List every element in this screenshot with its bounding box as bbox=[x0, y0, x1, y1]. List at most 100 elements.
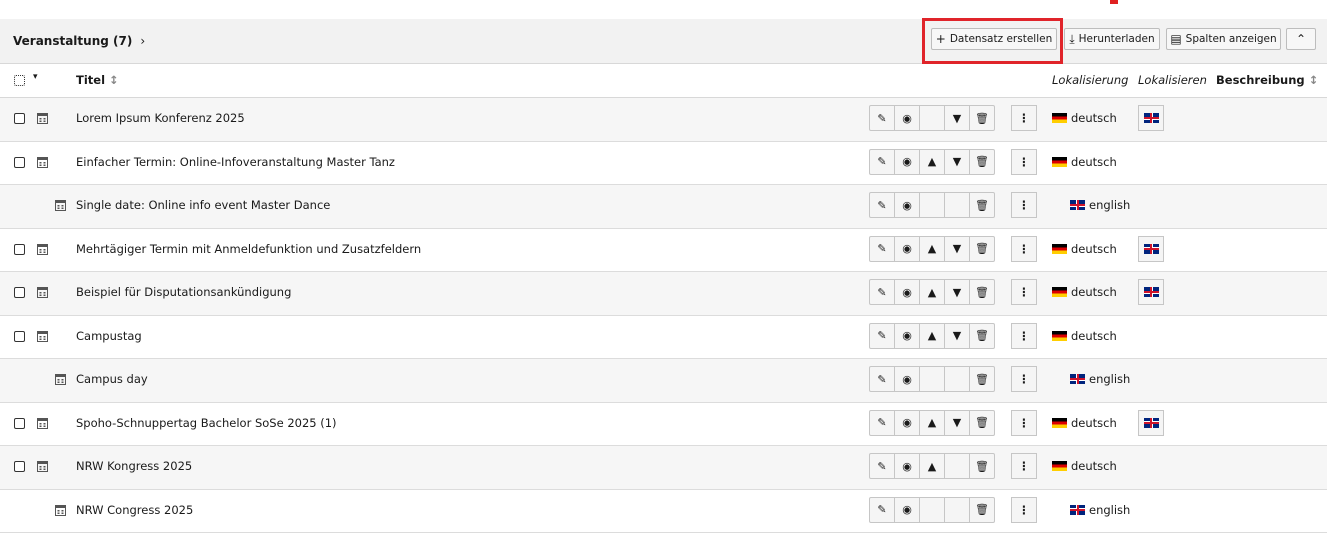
delete-trash-icon[interactable]: 🗑 bbox=[969, 236, 995, 262]
toggle-visibility-icon[interactable]: ◉ bbox=[894, 410, 920, 436]
more-options-icon[interactable]: ⋮ bbox=[1011, 149, 1037, 175]
move-down-icon[interactable]: ▼ bbox=[944, 323, 970, 349]
row-title[interactable]: Spoho-Schnuppertag Bachelor SoSe 2025 (1… bbox=[76, 416, 337, 430]
table-row: Campus day ✎ ◉ 🗑 ⋮ english bbox=[0, 359, 1327, 403]
row-title[interactable]: Campus day bbox=[76, 372, 148, 386]
toggle-visibility-icon[interactable]: ◉ bbox=[894, 279, 920, 305]
toggle-visibility-icon[interactable]: ◉ bbox=[894, 366, 920, 392]
edit-pencil-icon[interactable]: ✎ bbox=[869, 105, 895, 131]
table-row: Spoho-Schnuppertag Bachelor SoSe 2025 (1… bbox=[0, 403, 1327, 447]
calendar-icon bbox=[37, 417, 48, 429]
language-label: english bbox=[1070, 372, 1130, 386]
download-button[interactable]: ⤓ Herunterladen bbox=[1064, 28, 1160, 50]
more-options-icon[interactable]: ⋮ bbox=[1011, 105, 1037, 131]
row-checkbox[interactable] bbox=[14, 418, 25, 429]
move-up-icon[interactable]: ▲ bbox=[919, 410, 945, 436]
localize-english-button[interactable] bbox=[1138, 410, 1164, 436]
row-checkbox[interactable] bbox=[14, 461, 25, 472]
more-options-icon[interactable]: ⋮ bbox=[1011, 366, 1037, 392]
calendar-icon bbox=[37, 460, 48, 472]
toggle-visibility-icon[interactable]: ◉ bbox=[894, 149, 920, 175]
move-up-icon[interactable]: ▲ bbox=[919, 323, 945, 349]
localize-english-button[interactable] bbox=[1138, 279, 1164, 305]
move-up-placeholder bbox=[919, 192, 945, 218]
delete-trash-icon[interactable]: 🗑 bbox=[969, 453, 995, 479]
move-up-icon[interactable]: ▲ bbox=[919, 453, 945, 479]
move-down-icon[interactable]: ▼ bbox=[944, 105, 970, 131]
row-title[interactable]: Mehrtägiger Termin mit Anmeldefunktion u… bbox=[76, 242, 421, 256]
delete-trash-icon[interactable]: 🗑 bbox=[969, 192, 995, 218]
move-down-icon[interactable]: ▼ bbox=[944, 236, 970, 262]
edit-pencil-icon[interactable]: ✎ bbox=[869, 497, 895, 523]
move-up-icon[interactable]: ▲ bbox=[919, 236, 945, 262]
more-options-icon[interactable]: ⋮ bbox=[1011, 236, 1037, 262]
delete-trash-icon[interactable]: 🗑 bbox=[969, 497, 995, 523]
row-title[interactable]: Campustag bbox=[76, 329, 142, 343]
column-header-row: ▾ Titel ↕ Lokalisierung Lokalisieren Bes… bbox=[0, 64, 1327, 98]
edit-pencil-icon[interactable]: ✎ bbox=[869, 192, 895, 218]
toggle-visibility-icon[interactable]: ◉ bbox=[894, 192, 920, 218]
chevron-right-icon[interactable]: › bbox=[140, 34, 145, 48]
more-options-icon[interactable]: ⋮ bbox=[1011, 497, 1037, 523]
row-actions: ✎ ◉ 🗑 bbox=[869, 366, 995, 392]
collapse-button[interactable]: ⌃ bbox=[1286, 28, 1316, 50]
language-label: deutsch bbox=[1052, 111, 1117, 125]
row-checkbox[interactable] bbox=[14, 331, 25, 342]
show-columns-button[interactable]: ▤ Spalten anzeigen bbox=[1166, 28, 1281, 50]
move-down-icon[interactable]: ▼ bbox=[944, 149, 970, 175]
toggle-visibility-icon[interactable]: ◉ bbox=[894, 497, 920, 523]
row-actions: ✎ ◉ ▲ ▼ 🗑 bbox=[869, 323, 995, 349]
column-title[interactable]: Titel ↕ bbox=[76, 73, 119, 87]
toggle-visibility-icon[interactable]: ◉ bbox=[894, 453, 920, 479]
toggle-visibility-icon[interactable]: ◉ bbox=[894, 323, 920, 349]
more-options-icon[interactable]: ⋮ bbox=[1011, 192, 1037, 218]
localize-english-button[interactable] bbox=[1138, 236, 1164, 262]
delete-trash-icon[interactable]: 🗑 bbox=[969, 366, 995, 392]
edit-pencil-icon[interactable]: ✎ bbox=[869, 236, 895, 262]
edit-pencil-icon[interactable]: ✎ bbox=[869, 410, 895, 436]
create-record-button[interactable]: + Datensatz erstellen bbox=[931, 28, 1057, 50]
more-options-icon[interactable]: ⋮ bbox=[1011, 323, 1037, 349]
toggle-visibility-icon[interactable]: ◉ bbox=[894, 105, 920, 131]
row-title[interactable]: NRW Kongress 2025 bbox=[76, 459, 192, 473]
delete-trash-icon[interactable]: 🗑 bbox=[969, 105, 995, 131]
row-checkbox[interactable] bbox=[14, 157, 25, 168]
row-title[interactable]: Beispiel für Disputationsankündigung bbox=[76, 285, 291, 299]
caret-down-icon[interactable]: ▾ bbox=[33, 72, 38, 82]
german-flag-icon bbox=[1052, 113, 1067, 123]
delete-trash-icon[interactable]: 🗑 bbox=[969, 323, 995, 349]
row-checkbox[interactable] bbox=[14, 244, 25, 255]
edit-pencil-icon[interactable]: ✎ bbox=[869, 366, 895, 392]
move-down-icon[interactable]: ▼ bbox=[944, 410, 970, 436]
select-all-checkbox[interactable] bbox=[14, 75, 25, 86]
row-actions: ✎ ◉ 🗑 bbox=[869, 192, 995, 218]
move-up-icon[interactable]: ▲ bbox=[919, 149, 945, 175]
more-options-icon[interactable]: ⋮ bbox=[1011, 279, 1037, 305]
more-options-icon[interactable]: ⋮ bbox=[1011, 410, 1037, 436]
red-marker bbox=[1110, 0, 1118, 4]
row-title[interactable]: Lorem Ipsum Konferenz 2025 bbox=[76, 111, 245, 125]
calendar-icon bbox=[37, 243, 48, 255]
delete-trash-icon[interactable]: 🗑 bbox=[969, 149, 995, 175]
row-title[interactable]: NRW Congress 2025 bbox=[76, 503, 193, 517]
calendar-icon bbox=[55, 504, 66, 516]
edit-pencil-icon[interactable]: ✎ bbox=[869, 453, 895, 479]
row-title[interactable]: Single date: Online info event Master Da… bbox=[76, 198, 330, 212]
edit-pencil-icon[interactable]: ✎ bbox=[869, 149, 895, 175]
delete-trash-icon[interactable]: 🗑 bbox=[969, 410, 995, 436]
table-row: Beispiel für Disputationsankündigung ✎ ◉… bbox=[0, 272, 1327, 316]
column-description[interactable]: Beschreibung ↕ bbox=[1216, 73, 1318, 87]
row-title[interactable]: Einfacher Termin: Online-Infoveranstaltu… bbox=[76, 155, 395, 169]
toggle-visibility-icon[interactable]: ◉ bbox=[894, 236, 920, 262]
edit-pencil-icon[interactable]: ✎ bbox=[869, 279, 895, 305]
row-checkbox[interactable] bbox=[14, 287, 25, 298]
more-options-icon[interactable]: ⋮ bbox=[1011, 453, 1037, 479]
move-down-icon[interactable]: ▼ bbox=[944, 279, 970, 305]
table-title: Veranstaltung (7) bbox=[13, 34, 132, 48]
row-checkbox[interactable] bbox=[14, 113, 25, 124]
table-row: NRW Kongress 2025 ✎ ◉ ▲ 🗑 ⋮ deutsch bbox=[0, 446, 1327, 490]
localize-english-button[interactable] bbox=[1138, 105, 1164, 131]
edit-pencil-icon[interactable]: ✎ bbox=[869, 323, 895, 349]
move-up-icon[interactable]: ▲ bbox=[919, 279, 945, 305]
delete-trash-icon[interactable]: 🗑 bbox=[969, 279, 995, 305]
